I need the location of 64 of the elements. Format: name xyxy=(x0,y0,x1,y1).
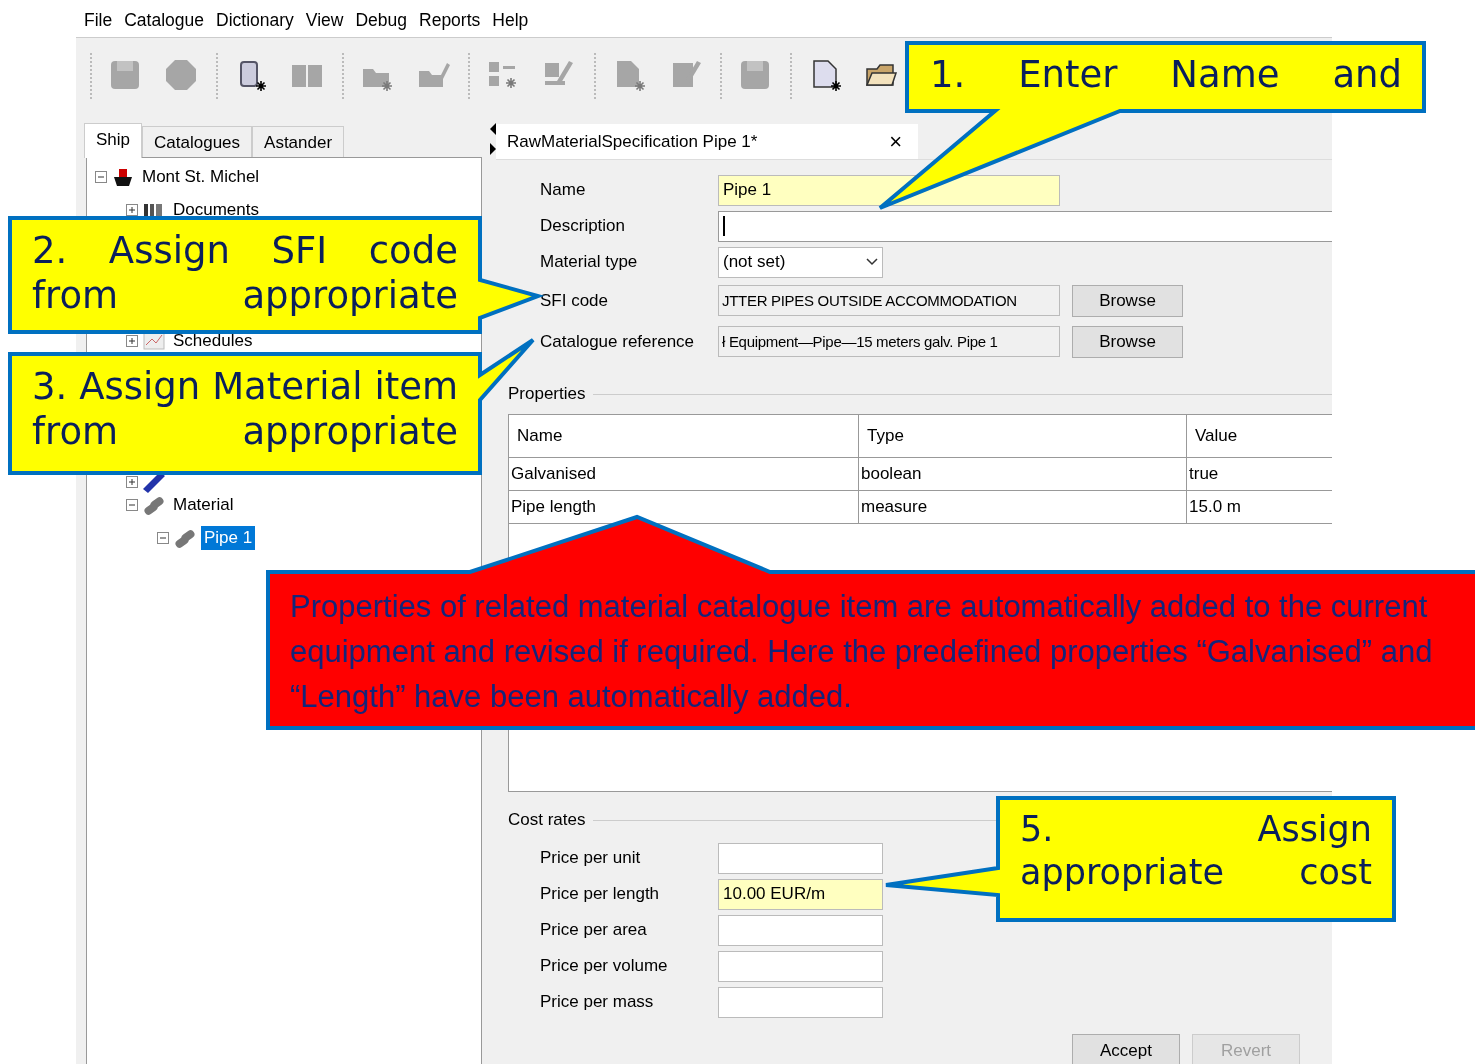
action-button[interactable]: Accept xyxy=(1072,1034,1180,1064)
table-cell: Galvanised xyxy=(509,458,859,490)
field-label: Catalogue reference xyxy=(540,331,696,352)
input-field[interactable] xyxy=(718,842,883,874)
table-cell: boolean xyxy=(859,458,1187,490)
field-label: Price per area xyxy=(540,920,648,940)
browse-button[interactable]: Browse xyxy=(1072,284,1183,317)
menu-item[interactable]: Help xyxy=(486,10,535,31)
chevron-down-icon xyxy=(866,258,878,266)
section-title: Properties xyxy=(508,384,586,404)
table-cell: measure xyxy=(859,491,1187,523)
collapse-toggle[interactable] xyxy=(95,170,107,183)
section-title: Cost rates xyxy=(508,810,586,830)
tree-item[interactable]: Pipe 1 xyxy=(201,525,256,550)
callout-text: 1. Enter Name and xyxy=(930,52,1402,98)
input-field[interactable]: 10.00 EUR/m xyxy=(718,878,883,910)
dropdown-value: (not set) xyxy=(723,252,786,272)
callout-text: 3. Assign Material item from appropriate xyxy=(32,364,458,455)
text-cursor xyxy=(723,216,725,236)
menu-item[interactable]: Reports xyxy=(413,10,487,31)
menu-item[interactable]: Dictionary xyxy=(210,10,300,31)
field-label: Price per volume xyxy=(540,956,669,976)
browse-button[interactable]: Browse xyxy=(1072,325,1183,358)
input-field[interactable] xyxy=(718,986,883,1018)
field-label: SFI code xyxy=(540,290,610,311)
field-label: Description xyxy=(540,216,627,236)
column-header[interactable]: Name xyxy=(509,415,859,457)
collapse-toggle[interactable] xyxy=(157,531,169,544)
input-field[interactable]: JTTER PIPES OUTSIDE ACCOMMODATION xyxy=(718,285,1060,316)
column-header[interactable]: Value xyxy=(1187,415,1332,457)
field-label: Name xyxy=(540,180,587,200)
expand-toggle[interactable] xyxy=(126,203,138,216)
field-label: Price per mass xyxy=(540,992,655,1012)
tab-title: RawMaterialSpecification Pipe 1* xyxy=(507,131,758,152)
tree-item[interactable]: Material xyxy=(170,492,237,517)
close-button[interactable]: × xyxy=(889,128,902,155)
field-label: Price per unit xyxy=(540,848,642,868)
callout-text: 2. Assign SFI code from appropriate xyxy=(32,228,458,319)
input-field[interactable]: Pipe 1 xyxy=(718,174,1060,206)
callout-text: Properties of related material catalogue item are automatically added to the current equipment and revised if required. Here the predefined properties “Galvanised” and “Length” have been automatically added. xyxy=(290,588,1434,716)
table-cell: 15.0 m xyxy=(1187,491,1332,523)
collapse-toggle[interactable] xyxy=(126,498,138,511)
scroll-arrows-icon[interactable] xyxy=(488,122,498,158)
input-field[interactable] xyxy=(718,950,883,982)
menu-item[interactable]: File xyxy=(78,10,119,31)
field-label: Price per length xyxy=(540,884,661,904)
menu-item[interactable]: Debug xyxy=(349,10,413,31)
expand-toggle[interactable] xyxy=(126,334,138,347)
callout-text: 5. Assign appropriate cost xyxy=(1020,808,1372,894)
input-field[interactable]: ł Equipment—Pipe—15 meters galv. Pipe 1 xyxy=(718,326,1060,357)
input-field[interactable] xyxy=(718,210,1332,242)
panel-tab[interactable]: Astander xyxy=(252,126,345,157)
input-field[interactable] xyxy=(718,914,883,946)
menu-item[interactable]: View xyxy=(299,10,350,31)
editor-tab[interactable]: RawMaterialSpecification Pipe 1* × xyxy=(496,124,918,159)
panel-tab[interactable]: Catalogues xyxy=(142,126,253,157)
table-cell: true xyxy=(1187,458,1332,490)
expand-toggle[interactable] xyxy=(126,475,138,488)
column-header[interactable]: Type xyxy=(859,415,1187,457)
dropdown[interactable]: (not set) xyxy=(718,246,883,278)
field-label: Material type xyxy=(540,252,639,272)
menu-item[interactable]: Catalogue xyxy=(118,10,210,31)
panel-tab[interactable]: Ship xyxy=(84,123,143,158)
tree-item[interactable]: Mont St. Michel xyxy=(139,164,263,189)
